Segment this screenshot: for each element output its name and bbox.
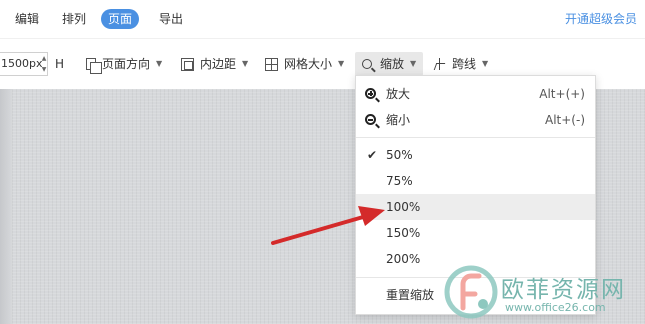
tab-page[interactable]: 页面 <box>101 9 140 29</box>
zoom-level-label: 75% <box>386 174 413 188</box>
zoom-out-item[interactable]: 缩小 Alt+(-) <box>356 107 595 133</box>
chevron-down-icon: ▼ <box>410 59 417 68</box>
page-orientation-label: 页面方向 <box>102 57 151 71</box>
zoom-in-label: 放大 <box>386 87 411 101</box>
watermark-brand: 欧菲资源网 <box>501 277 626 303</box>
grid-icon <box>265 57 278 71</box>
reset-zoom-label: 重置缩放 <box>386 288 435 302</box>
zoom-in-item[interactable]: 放大 Alt+(+) <box>356 81 595 107</box>
tab-edit[interactable]: 编辑 <box>15 9 39 29</box>
chevron-down-icon: ▼ <box>156 59 163 68</box>
margin-dropdown[interactable]: 内边距 ▼ <box>181 52 248 76</box>
brand-logo <box>444 265 498 319</box>
zoom-out-label: 缩小 <box>386 113 411 127</box>
checkmark-icon: ✔ <box>367 148 378 162</box>
zoom-out-shortcut: Alt+(-) <box>545 113 585 127</box>
zoom-level-label: 200% <box>386 252 421 266</box>
upgrade-vip-link[interactable]: 开通超级会员 <box>565 9 637 29</box>
zoom-level-100[interactable]: 100% <box>356 194 595 220</box>
zoom-dropdown[interactable]: 缩放 ▼ <box>355 52 424 76</box>
chevron-down-icon: ▼ <box>338 59 345 68</box>
canvas-shadow <box>0 89 12 324</box>
grid-size-dropdown[interactable]: 网格大小 ▼ <box>265 52 344 76</box>
width-stepper[interactable]: ▲ ▼ <box>40 53 48 75</box>
jump-line-dropdown[interactable]: 跨线 ▼ <box>434 52 488 76</box>
margin-label: 内边距 <box>200 57 237 71</box>
tab-arrange[interactable]: 排列 <box>62 9 86 29</box>
zoom-level-label: 150% <box>386 226 421 240</box>
margin-icon <box>181 57 194 71</box>
zoom-level-75[interactable]: 75% <box>356 168 595 194</box>
page-orientation-dropdown[interactable]: 页面方向 ▼ <box>86 52 162 76</box>
watermark-url: www.office26.com <box>505 301 606 314</box>
site-watermark: 欧菲资源网 www.office26.com <box>443 262 645 324</box>
zoom-out-icon <box>365 114 376 125</box>
zoom-level-150[interactable]: 150% <box>356 220 595 246</box>
chevron-down-icon: ▼ <box>482 59 489 68</box>
zoom-in-shortcut: Alt+(+) <box>539 87 585 101</box>
height-label: H <box>55 57 65 71</box>
zoom-level-label: 50% <box>386 148 413 162</box>
jump-line-label: 跨线 <box>452 57 477 71</box>
zoom-level-50[interactable]: ✔ 50% <box>356 142 595 168</box>
tab-export[interactable]: 导出 <box>159 9 183 29</box>
top-tab-bar: 编辑 排列 页面 导出 开通超级会员 <box>0 0 645 38</box>
jump-line-icon <box>434 58 446 70</box>
zoom-level-label: 100% <box>386 200 421 214</box>
zoom-label: 缩放 <box>380 57 405 71</box>
chevron-down-icon: ▼ <box>242 59 249 68</box>
zoom-in-icon <box>365 88 376 99</box>
menu-divider <box>356 137 595 138</box>
page-orientation-icon <box>86 58 102 74</box>
grid-size-label: 网格大小 <box>284 57 333 71</box>
search-icon <box>362 59 372 69</box>
